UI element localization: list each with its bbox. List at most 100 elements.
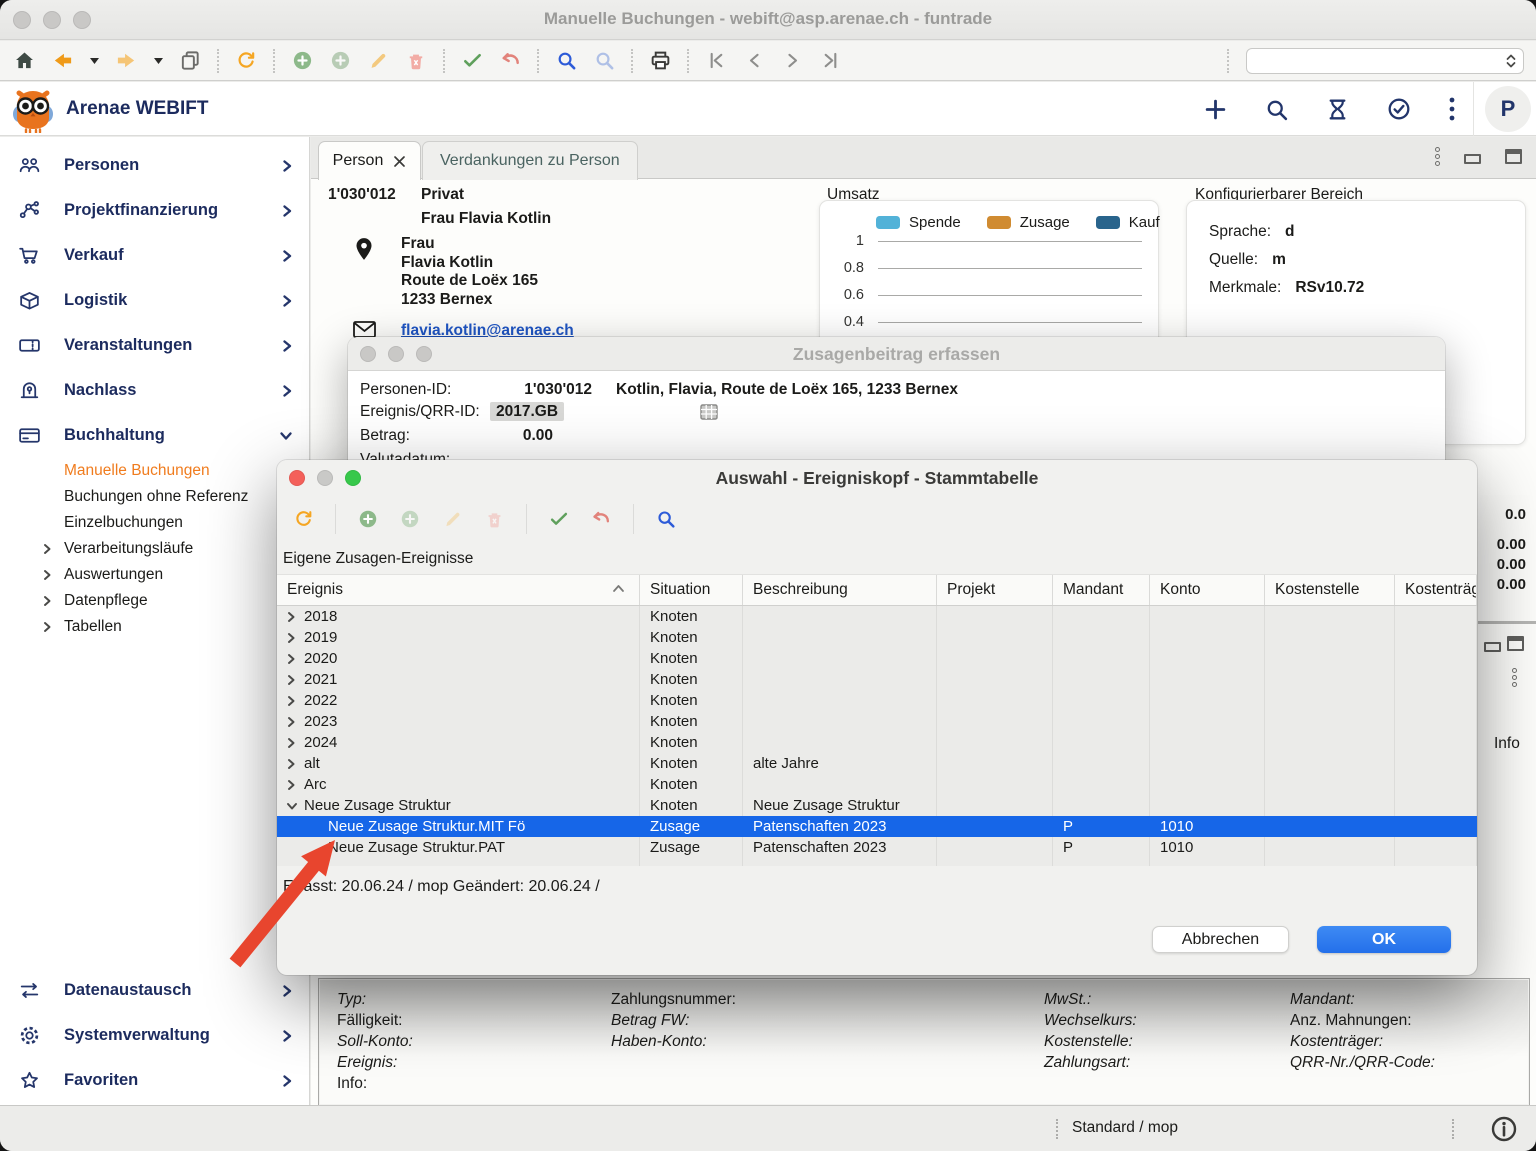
sidebar-item-buchhaltung[interactable]: Buchhaltung xyxy=(0,413,309,458)
tasks-check-circle-icon[interactable] xyxy=(1386,96,1412,122)
chevron-right-icon[interactable] xyxy=(286,653,298,665)
sidebar-item-logistik[interactable]: Logistik xyxy=(0,278,309,323)
lookup-grid-icon[interactable] xyxy=(700,404,718,420)
search-icon[interactable] xyxy=(654,507,678,531)
search-icon[interactable] xyxy=(554,49,578,73)
confirm-check-icon[interactable] xyxy=(460,49,484,73)
chevron-right-icon[interactable] xyxy=(286,695,298,707)
sidebar-item-veranstaltungen[interactable]: Veranstaltungen xyxy=(0,323,309,368)
ok-button[interactable]: OK xyxy=(1317,926,1451,953)
tab-verdankungen[interactable]: Verdankungen zu Person xyxy=(422,141,638,180)
cancel-button[interactable]: Abbrechen xyxy=(1152,926,1289,953)
refresh-icon[interactable] xyxy=(234,49,258,73)
table-row[interactable]: ArcKnoten xyxy=(277,774,1477,795)
chevron-right-icon[interactable] xyxy=(286,758,298,770)
chevron-right-icon[interactable] xyxy=(286,716,298,728)
column-header-situation[interactable]: Situation xyxy=(640,575,743,605)
toolbar-combobox[interactable] xyxy=(1246,48,1524,74)
add-copy-record-icon[interactable] xyxy=(328,49,352,73)
chevron-right-icon[interactable] xyxy=(286,779,298,791)
chevron-right-icon[interactable] xyxy=(286,737,298,749)
column-header-kostenstelle[interactable]: Kostenstelle xyxy=(1265,575,1395,605)
table-row[interactable]: 2019Knoten xyxy=(277,627,1477,648)
column-header-ereignis[interactable]: Ereignis xyxy=(277,575,640,605)
table-row[interactable]: 2018Knoten xyxy=(277,606,1477,627)
table-row[interactable]: 2021Knoten xyxy=(277,669,1477,690)
dialog-zoom-button[interactable] xyxy=(345,470,361,486)
print-icon[interactable] xyxy=(648,49,672,73)
chevron-right-icon[interactable] xyxy=(286,611,298,623)
edit-pencil-icon[interactable] xyxy=(440,507,464,531)
user-avatar[interactable]: P xyxy=(1485,86,1531,132)
status-handle-icon[interactable] xyxy=(1056,1119,1058,1139)
global-search-icon[interactable] xyxy=(1264,97,1289,122)
column-header-mandant[interactable]: Mandant xyxy=(1053,575,1150,605)
panel-handle-dots-icon[interactable] xyxy=(1435,147,1440,166)
close-window-button[interactable] xyxy=(13,11,31,29)
column-header-konto[interactable]: Konto xyxy=(1150,575,1265,605)
sidebar-item-systemverwaltung[interactable]: Systemverwaltung xyxy=(0,1013,309,1058)
panel-maximize-icon[interactable] xyxy=(1505,149,1522,164)
sidebar-subitem-auswertungen[interactable]: Auswertungen xyxy=(0,562,309,588)
panel-minimize-icon[interactable] xyxy=(1464,154,1481,164)
refresh-icon[interactable] xyxy=(291,507,315,531)
back-history-caret-icon[interactable] xyxy=(88,49,100,73)
sidebar-subitem-tabellen[interactable]: Tabellen xyxy=(0,614,309,640)
status-handle-icon[interactable] xyxy=(1452,1119,1454,1139)
forward-icon[interactable] xyxy=(114,49,138,73)
home-icon[interactable] xyxy=(12,49,36,73)
dialog-close-button[interactable] xyxy=(289,470,305,486)
table-row[interactable]: 2023Knoten xyxy=(277,711,1477,732)
close-tab-icon[interactable] xyxy=(393,155,406,168)
more-options-kebab-icon[interactable] xyxy=(1448,96,1456,122)
table-row[interactable]: 2024Knoten xyxy=(277,732,1477,753)
sidebar-item-personen[interactable]: Personen xyxy=(0,143,309,188)
sidebar-subitem-manuelle-buchungen[interactable]: Manuelle Buchungen xyxy=(0,458,309,484)
sidebar-item-verkauf[interactable]: Verkauf xyxy=(0,233,309,278)
undo-icon[interactable] xyxy=(498,49,522,73)
dialog-close-button[interactable] xyxy=(360,346,376,362)
add-record-icon[interactable] xyxy=(290,49,314,73)
sidebar-subitem-einzelbuchungen[interactable]: Einzelbuchungen xyxy=(0,510,309,536)
column-header-projekt[interactable]: Projekt xyxy=(937,575,1053,605)
edit-pencil-icon[interactable] xyxy=(366,49,390,73)
background-minimize-icon[interactable] xyxy=(1484,642,1501,652)
ereignis-id-value[interactable]: 2017.GB xyxy=(490,402,564,421)
sidebar-item-nachlass[interactable]: Nachlass xyxy=(0,368,309,413)
add-copy-record-icon[interactable] xyxy=(398,507,422,531)
delete-trash-icon[interactable] xyxy=(482,507,506,531)
sidebar-subitem-buchungen-ohne-referenz[interactable]: Buchungen ohne Referenz xyxy=(0,484,309,510)
undo-icon[interactable] xyxy=(589,507,613,531)
table-row[interactable]: altKnotenalte Jahre xyxy=(277,753,1477,774)
background-handle-dots-icon[interactable] xyxy=(1512,668,1517,687)
first-record-icon[interactable] xyxy=(704,49,728,73)
chevron-down-icon[interactable] xyxy=(286,801,298,811)
sidebar-item-favoriten[interactable]: Favoriten xyxy=(0,1058,309,1103)
table-row[interactable]: 2022Knoten xyxy=(277,690,1477,711)
table-row[interactable]: 2020Knoten xyxy=(277,648,1477,669)
dialog-minimize-button[interactable] xyxy=(388,346,404,362)
sidebar-subitem-datenpflege[interactable]: Datenpflege xyxy=(0,588,309,614)
chevron-right-icon[interactable] xyxy=(286,632,298,644)
history-hourglass-icon[interactable] xyxy=(1325,97,1350,122)
forward-history-caret-icon[interactable] xyxy=(152,49,164,73)
new-item-plus-icon[interactable] xyxy=(1203,97,1228,122)
last-record-icon[interactable] xyxy=(818,49,842,73)
confirm-check-icon[interactable] xyxy=(547,507,571,531)
search-again-icon[interactable] xyxy=(592,49,616,73)
next-record-icon[interactable] xyxy=(780,49,804,73)
table-row-selected[interactable]: Neue Zusage Struktur.MIT FöZusagePatensc… xyxy=(277,816,1477,837)
add-record-icon[interactable] xyxy=(356,507,380,531)
table-row[interactable]: Neue Zusage StrukturKnotenNeue Zusage St… xyxy=(277,795,1477,816)
windows-stack-icon[interactable] xyxy=(178,49,202,73)
sidebar-item-projektfinanzierung[interactable]: Projektfinanzierung xyxy=(0,188,309,233)
column-header-beschreibung[interactable]: Beschreibung xyxy=(743,575,937,605)
delete-trash-icon[interactable] xyxy=(404,49,428,73)
tab-person[interactable]: Person xyxy=(318,141,421,180)
chevron-right-icon[interactable] xyxy=(286,674,298,686)
minimize-window-button[interactable] xyxy=(43,11,61,29)
back-icon[interactable] xyxy=(50,49,74,73)
maximize-window-button[interactable] xyxy=(73,11,91,29)
sidebar-subitem-verarbeitungsläufe[interactable]: Verarbeitungsläufe xyxy=(0,536,309,562)
background-maximize-icon[interactable] xyxy=(1507,636,1524,651)
